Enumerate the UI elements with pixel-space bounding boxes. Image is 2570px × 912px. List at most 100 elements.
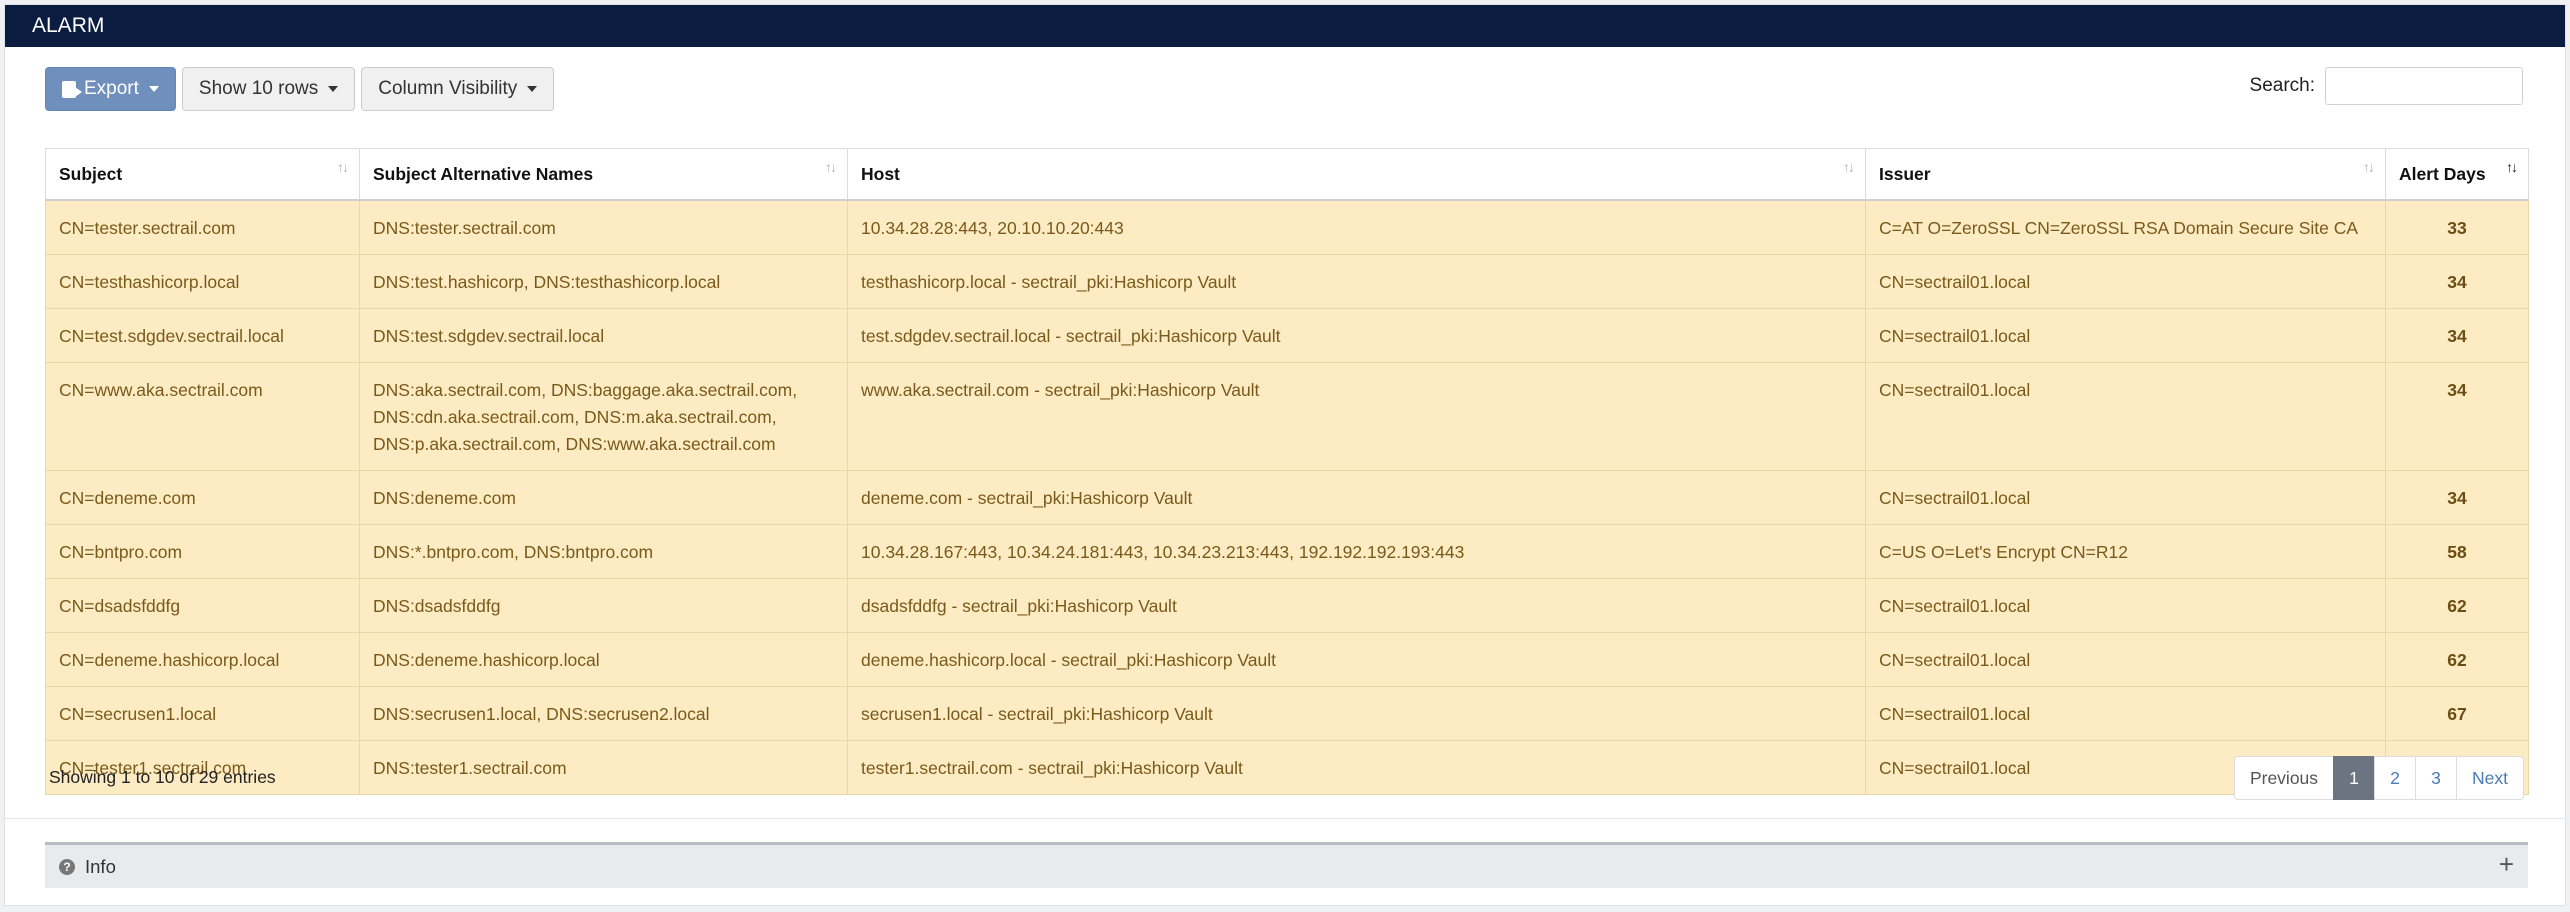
cell-san: DNS:dsadsfddfg xyxy=(359,578,848,633)
cell-host: 10.34.28.167:443, 10.34.24.181:443, 10.3… xyxy=(847,524,1866,579)
sort-icon: ↑↓ xyxy=(2506,159,2518,175)
pagination: Previous 1 2 3 Next xyxy=(2234,756,2524,800)
export-button[interactable]: Export xyxy=(45,67,176,111)
page-1-button[interactable]: 1 xyxy=(2333,756,2375,800)
column-header-alert-days[interactable]: Alert Days ↑↓ xyxy=(2385,148,2529,201)
table-row[interactable]: CN=bntpro.com DNS:*.bntpro.com, DNS:bntpr… xyxy=(45,524,2529,579)
show-rows-label: Show 10 rows xyxy=(198,78,319,99)
cell-san: DNS:tester.sectrail.com xyxy=(359,199,848,255)
cell-subject: CN=bntpro.com xyxy=(45,524,360,579)
table-row[interactable]: CN=deneme.hashicorp.local DNS:deneme.hash… xyxy=(45,632,2529,687)
column-header-label: Issuer xyxy=(1879,163,1931,184)
table-body: CN=tester.sectrail.com DNS:tester.sectrai… xyxy=(45,199,2529,795)
cell-host: www.aka.sectrail.com - sectrail_pki:Hash… xyxy=(847,362,1866,471)
cell-issuer: CN=sectrail01.local xyxy=(1865,578,2386,633)
expand-plus-icon[interactable]: + xyxy=(2499,849,2514,880)
cell-san: DNS:test.hashicorp, DNS:testhashicorp.lo… xyxy=(359,254,848,309)
cell-alert-days: 34 xyxy=(2385,308,2529,363)
column-header-label: Host xyxy=(861,163,900,184)
cell-alert-days: 34 xyxy=(2385,362,2529,471)
cell-subject: CN=www.aka.sectrail.com xyxy=(45,362,360,471)
cell-subject: CN=deneme.com xyxy=(45,470,360,525)
column-header-label: Alert Days xyxy=(2399,163,2486,184)
column-header-label: Subject xyxy=(59,163,123,184)
cell-alert-days: 33 xyxy=(2385,199,2529,255)
search-label: Search: xyxy=(2249,75,2315,96)
column-header-host[interactable]: Host ↑↓ xyxy=(847,148,1866,201)
cell-host: secrusen1.local - sectrail_pki:Hashicorp… xyxy=(847,686,1866,741)
cell-alert-days: 58 xyxy=(2385,524,2529,579)
chevron-down-icon xyxy=(527,86,538,92)
cell-issuer: CN=sectrail01.local xyxy=(1865,308,2386,363)
cell-alert-days: 34 xyxy=(2385,254,2529,309)
cell-host: 10.34.28.28:443, 20.10.10.20:443 xyxy=(847,199,1866,255)
cell-issuer: CN=sectrail01.local xyxy=(1865,362,2386,471)
cell-san: DNS:*.bntpro.com, DNS:bntpro.com xyxy=(359,524,848,579)
table-row[interactable]: CN=tester.sectrail.com DNS:tester.sectrai… xyxy=(45,199,2529,255)
cell-host: test.sdgdev.sectrail.local - sectrail_pk… xyxy=(847,308,1866,363)
export-label: Export xyxy=(84,78,139,99)
cell-host: deneme.com - sectrail_pki:Hashicorp Vaul… xyxy=(847,470,1866,525)
cell-subject: CN=test.sdgdev.sectrail.local xyxy=(45,308,360,363)
cell-host: dsadsfddfg - sectrail_pki:Hashicorp Vaul… xyxy=(847,578,1866,633)
cell-san: DNS:deneme.hashicorp.local xyxy=(359,632,848,687)
cell-subject: CN=dsadsfddfg xyxy=(45,578,360,633)
cell-san: DNS:deneme.com xyxy=(359,470,848,525)
cell-subject: CN=tester.sectrail.com xyxy=(45,199,360,255)
cell-san: DNS:aka.sectrail.com, DNS:baggage.aka.se… xyxy=(359,362,848,471)
cell-issuer: CN=sectrail01.local xyxy=(1865,686,2386,741)
sort-icon: ↑↓ xyxy=(825,159,837,175)
table-row[interactable]: CN=dsadsfddfg DNS:dsadsfddfg dsadsfddfg - … xyxy=(45,578,2529,633)
sort-icon: ↑↓ xyxy=(1843,159,1855,175)
info-panel-label: Info xyxy=(85,855,116,877)
panel-title: ALARM xyxy=(5,5,2565,47)
cell-alert-days: 34 xyxy=(2385,470,2529,525)
cell-alert-days: 67 xyxy=(2385,686,2529,741)
next-page-button[interactable]: Next xyxy=(2456,756,2524,800)
cell-alert-days: 62 xyxy=(2385,632,2529,687)
show-rows-button[interactable]: Show 10 rows xyxy=(181,67,356,111)
table-row[interactable]: CN=secrusen1.local DNS:secrusen1.local, D… xyxy=(45,686,2529,741)
alarm-table: Subject ↑↓ Subject Alternative Names ↑↓ Host… xyxy=(45,148,2529,795)
table-row[interactable]: CN=deneme.com DNS:deneme.com deneme.com - … xyxy=(45,470,2529,525)
cell-host: testhashicorp.local - sectrail_pki:Hashi… xyxy=(847,254,1866,309)
cell-subject: CN=deneme.hashicorp.local xyxy=(45,632,360,687)
table-row[interactable]: CN=tester1.sectrail.com DNS:tester1.sectr… xyxy=(45,740,2529,795)
sort-icon: ↑↓ xyxy=(2363,159,2375,175)
column-header-san[interactable]: Subject Alternative Names ↑↓ xyxy=(359,148,848,201)
table-row[interactable]: CN=test.sdgdev.sectrail.local DNS:test.sd… xyxy=(45,308,2529,363)
cell-host: deneme.hashicorp.local - sectrail_pki:Ha… xyxy=(847,632,1866,687)
info-panel-toggle[interactable]: ? Info + xyxy=(45,842,2528,888)
table-toolbar: Export Show 10 rows Column Visibility xyxy=(45,67,555,111)
chevron-down-icon xyxy=(148,86,159,92)
question-icon: ? xyxy=(59,858,75,875)
previous-page-button[interactable]: Previous xyxy=(2234,756,2334,800)
cell-subject: CN=testhashicorp.local xyxy=(45,254,360,309)
page-2-button[interactable]: 2 xyxy=(2374,756,2416,800)
cell-san: DNS:secrusen1.local, DNS:secrusen2.local xyxy=(359,686,848,741)
cell-issuer: CN=sectrail01.local xyxy=(1865,254,2386,309)
divider xyxy=(5,818,2565,819)
sort-icon: ↑↓ xyxy=(337,159,349,175)
search-input[interactable] xyxy=(2325,67,2523,105)
cell-alert-days: 62 xyxy=(2385,578,2529,633)
search-area: Search: xyxy=(2250,67,2523,105)
column-visibility-label: Column Visibility xyxy=(378,78,518,99)
column-header-label: Subject Alternative Names xyxy=(373,163,594,184)
cell-subject: CN=secrusen1.local xyxy=(45,686,360,741)
table-row[interactable]: CN=www.aka.sectrail.com DNS:aka.sectrail.… xyxy=(45,362,2529,471)
column-visibility-button[interactable]: Column Visibility xyxy=(361,67,555,111)
page-3-button[interactable]: 3 xyxy=(2415,756,2457,800)
cell-issuer: CN=sectrail01.local xyxy=(1865,470,2386,525)
table-row[interactable]: CN=testhashicorp.local DNS:test.hashicorp… xyxy=(45,254,2529,309)
export-file-icon xyxy=(62,80,82,98)
cell-san: DNS:tester1.sectrail.com xyxy=(359,740,848,795)
cell-issuer: C=AT O=ZeroSSL CN=ZeroSSL RSA Domain Sec… xyxy=(1865,199,2386,255)
cell-issuer: CN=sectrail01.local xyxy=(1865,632,2386,687)
cell-issuer: C=US O=Let's Encrypt CN=R12 xyxy=(1865,524,2386,579)
column-header-issuer[interactable]: Issuer ↑↓ xyxy=(1865,148,2386,201)
entries-info: Showing 1 to 10 of 29 entries xyxy=(49,767,276,787)
column-header-subject[interactable]: Subject ↑↓ xyxy=(45,148,360,201)
table-header-row: Subject ↑↓ Subject Alternative Names ↑↓ Host… xyxy=(45,148,2529,201)
alarm-panel: ALARM Export Show 10 rows Column Visibil… xyxy=(4,4,2566,906)
